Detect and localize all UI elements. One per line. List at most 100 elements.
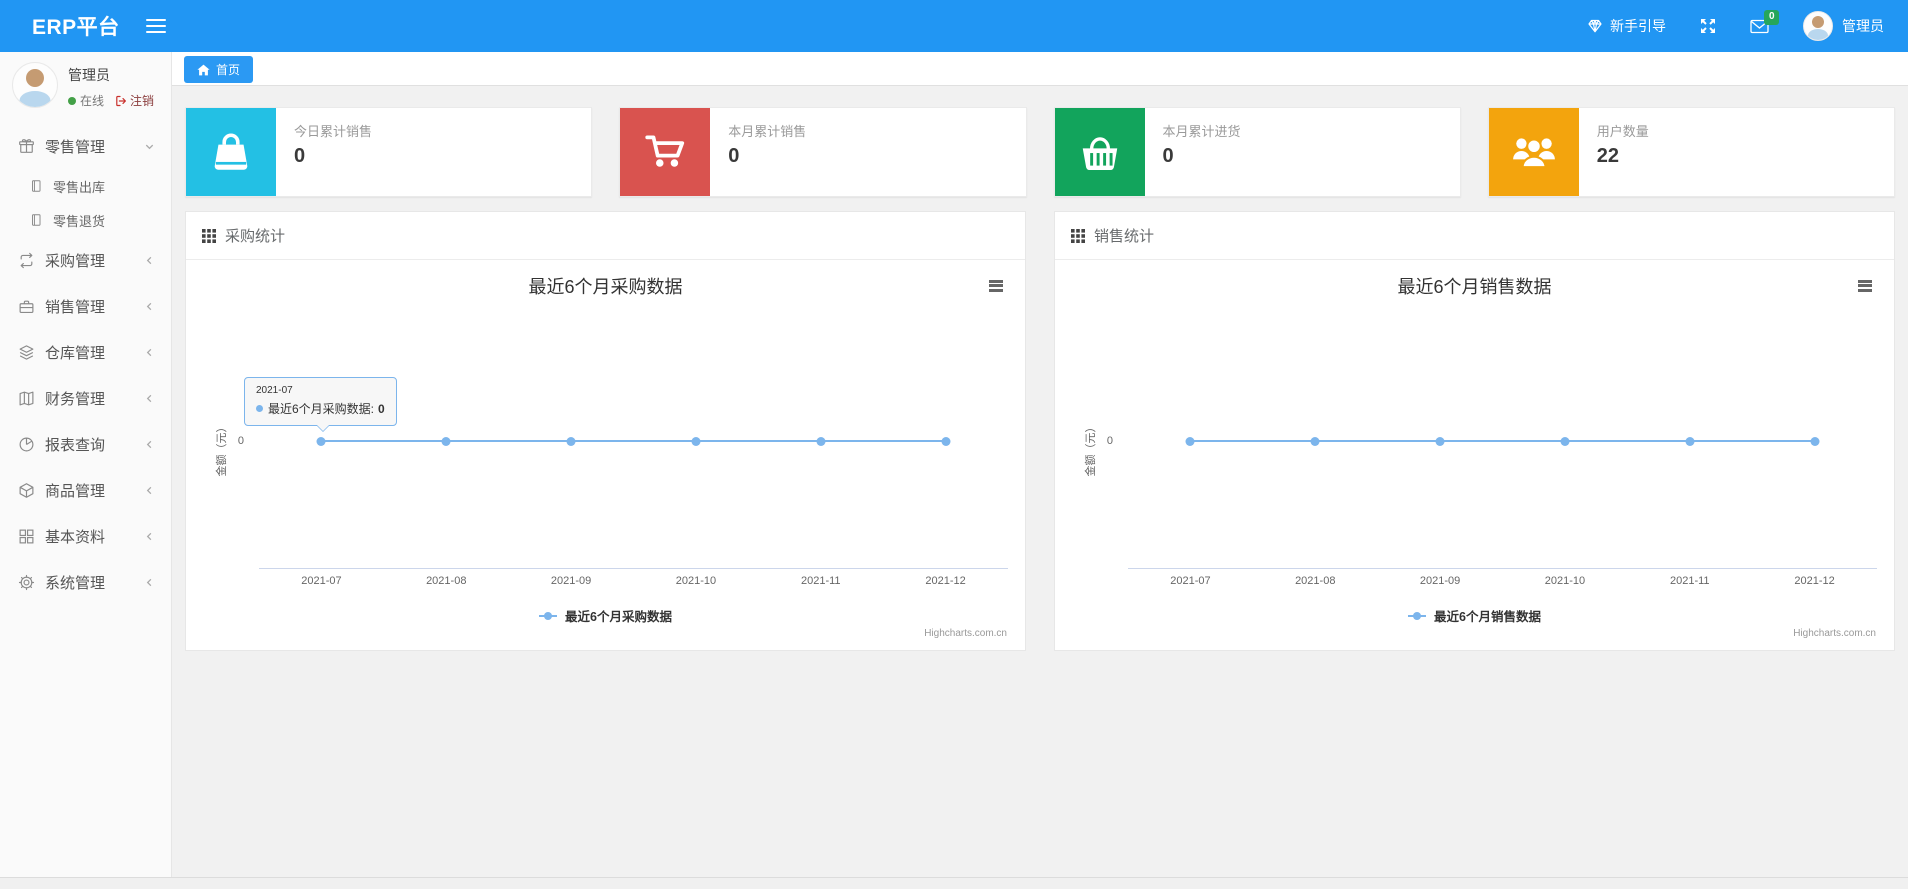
sidebar-item-retail-returns[interactable]: 零售退货 <box>0 203 171 237</box>
sidebar-username: 管理员 <box>68 67 110 83</box>
tab-home[interactable]: 首页 <box>184 56 254 83</box>
legend-item[interactable]: 最近6个月销售数据 <box>1055 606 1894 625</box>
tab-bar: 首页 <box>172 52 1908 86</box>
panel-title: 采购统计 <box>225 228 286 245</box>
stat-card-user-count[interactable]: 用户数量 22 <box>1487 107 1895 197</box>
chevron-down-icon <box>144 141 155 152</box>
sidebar-item-product-management[interactable]: 商品管理 <box>0 467 171 513</box>
chevron-left-icon <box>144 577 155 588</box>
data-point[interactable] <box>691 437 701 446</box>
x-axis-label: 2021-08 <box>1295 575 1336 587</box>
tooltip-series-label: 最近6个月采购数据: <box>268 402 375 416</box>
fullscreen-button[interactable] <box>1700 18 1716 34</box>
chevron-left-icon <box>144 531 155 542</box>
data-point[interactable] <box>941 437 951 446</box>
panel-header: 销售统计 <box>1055 212 1894 260</box>
chart-tooltip: 2021-07 最近6个月采购数据: 0 <box>244 377 397 432</box>
data-point[interactable] <box>441 437 451 446</box>
tooltip-header: 2021-07 <box>256 385 293 396</box>
sidebar-item-basic-data[interactable]: 基本资料 <box>0 513 171 559</box>
sidebar-item-label: 系统管理 <box>45 574 106 592</box>
th-grid-icon <box>1071 228 1085 243</box>
sidebar-toggle-icon[interactable] <box>145 15 166 36</box>
sidebar-item-label: 商品管理 <box>45 482 106 500</box>
plot-area: 2021-07 2021-08 2021-09 2021-10 2021-11 … <box>1128 260 1877 651</box>
chevron-left-icon <box>144 301 155 312</box>
stat-card-month-sales[interactable]: 本月累计销售 0 <box>619 107 1027 197</box>
stat-card-value: 22 <box>1596 145 1619 167</box>
pie-chart-icon <box>18 436 35 453</box>
stat-card-label: 本月累计进货 <box>1162 124 1241 139</box>
highcharts-credits-link[interactable]: Highcharts.com.cn <box>1793 628 1876 639</box>
cube-icon <box>18 482 35 499</box>
logout-link[interactable]: 注销 <box>115 92 154 109</box>
data-point[interactable] <box>1310 437 1320 446</box>
x-axis-label: 2021-12 <box>1794 575 1835 587</box>
map-icon <box>18 390 35 407</box>
sidebar-item-label: 财务管理 <box>45 390 106 408</box>
stat-cards-row: 今日累计销售 0 本月累计销售 0 本月累计进货 0 用户数量 22 <box>185 107 1895 197</box>
x-axis-line <box>1128 568 1877 569</box>
sidebar-item-finance-management[interactable]: 财务管理 <box>0 375 171 421</box>
chevron-left-icon <box>144 255 155 266</box>
chevron-left-icon <box>144 347 155 358</box>
gear-icon <box>18 574 35 591</box>
data-point[interactable] <box>566 437 576 446</box>
sidebar-item-retail-outbound[interactable]: 零售出库 <box>0 169 171 203</box>
briefcase-icon <box>18 298 35 315</box>
gem-icon <box>1587 18 1603 34</box>
guide-link[interactable]: 新手引导 <box>1587 16 1666 36</box>
plot-area: 2021-07 2021-08 2021-09 2021-10 2021-11 … <box>259 260 1008 651</box>
data-point[interactable] <box>1185 437 1195 446</box>
layers-icon <box>18 344 35 361</box>
sidebar-item-report-query[interactable]: 报表查询 <box>0 421 171 467</box>
sidebar-user-panel: 管理员 在线 注销 <box>0 52 171 117</box>
navbar-user-menu[interactable]: 管理员 <box>1803 11 1884 41</box>
page-footer <box>0 877 1908 889</box>
tab-home-label: 首页 <box>216 63 241 77</box>
highcharts-credits-link[interactable]: Highcharts.com.cn <box>924 628 1007 639</box>
top-navbar: ERP平台 新手引导 0 管理员 <box>0 0 1908 52</box>
legend-item[interactable]: 最近6个月采购数据 <box>186 606 1025 625</box>
grid-icon <box>18 528 35 545</box>
guide-label: 新手引导 <box>1610 18 1666 34</box>
sidebar-item-warehouse-management[interactable]: 仓库管理 <box>0 329 171 375</box>
charts-row: 采购统计 最近6个月采购数据 金额（元） 0 2021-07 2021-08 2… <box>185 211 1895 651</box>
tooltip-value: 0 <box>378 401 385 416</box>
logout-icon <box>115 95 127 107</box>
messages-button[interactable]: 0 <box>1750 9 1779 34</box>
sidebar-item-sales-management[interactable]: 销售管理 <box>0 283 171 329</box>
data-point[interactable] <box>1810 437 1820 446</box>
stat-card-month-purchases[interactable]: 本月累计进货 0 <box>1053 107 1461 197</box>
data-point[interactable] <box>1560 437 1570 446</box>
stat-card-value: 0 <box>294 145 306 167</box>
stat-card-value: 0 <box>1162 145 1174 167</box>
legend-marker-icon <box>539 611 558 620</box>
purchase-stats-panel: 采购统计 最近6个月采购数据 金额（元） 0 2021-07 2021-08 2… <box>185 211 1026 651</box>
navbar-right: 新手引导 0 管理员 <box>1587 9 1884 41</box>
navbar-username: 管理员 <box>1842 18 1884 34</box>
sales-chart: 最近6个月销售数据 金额（元） 0 2021-07 2021-08 2021-0… <box>1055 260 1894 651</box>
data-point[interactable] <box>816 437 826 446</box>
y-axis-title: 金额（元） <box>216 421 228 477</box>
fullscreen-icon <box>1700 18 1716 34</box>
sidebar-item-label: 零售管理 <box>45 138 106 156</box>
data-point[interactable] <box>316 437 326 446</box>
brand-logo[interactable]: ERP平台 <box>32 11 120 41</box>
data-point[interactable] <box>1685 437 1695 446</box>
stat-card-today-sales[interactable]: 今日累计销售 0 <box>185 107 593 197</box>
sidebar-item-label: 基本资料 <box>45 528 106 546</box>
data-point[interactable] <box>1435 437 1445 446</box>
stat-card-label: 本月累计销售 <box>728 124 807 139</box>
x-axis-label: 2021-10 <box>1544 575 1586 587</box>
x-axis-label: 2021-12 <box>925 575 966 587</box>
sidebar-item-system-management[interactable]: 系统管理 <box>0 559 171 605</box>
legend-marker-icon <box>1408 611 1427 620</box>
x-axis-line <box>259 568 1008 569</box>
sidebar-item-purchase-management[interactable]: 采购管理 <box>0 237 171 283</box>
exchange-icon <box>18 252 35 269</box>
sidebar-menu: 零售管理 零售出库 零售退货 采购管理 销售管理 仓库管理 财务管理 报表查询 … <box>0 123 171 605</box>
sidebar-item-label: 报表查询 <box>45 436 106 454</box>
sidebar: 管理员 在线 注销 零售管理 零售出库 零售退货 采购管理 销售管理 仓库管理 … <box>0 52 172 877</box>
sidebar-item-retail-management[interactable]: 零售管理 <box>0 123 171 169</box>
